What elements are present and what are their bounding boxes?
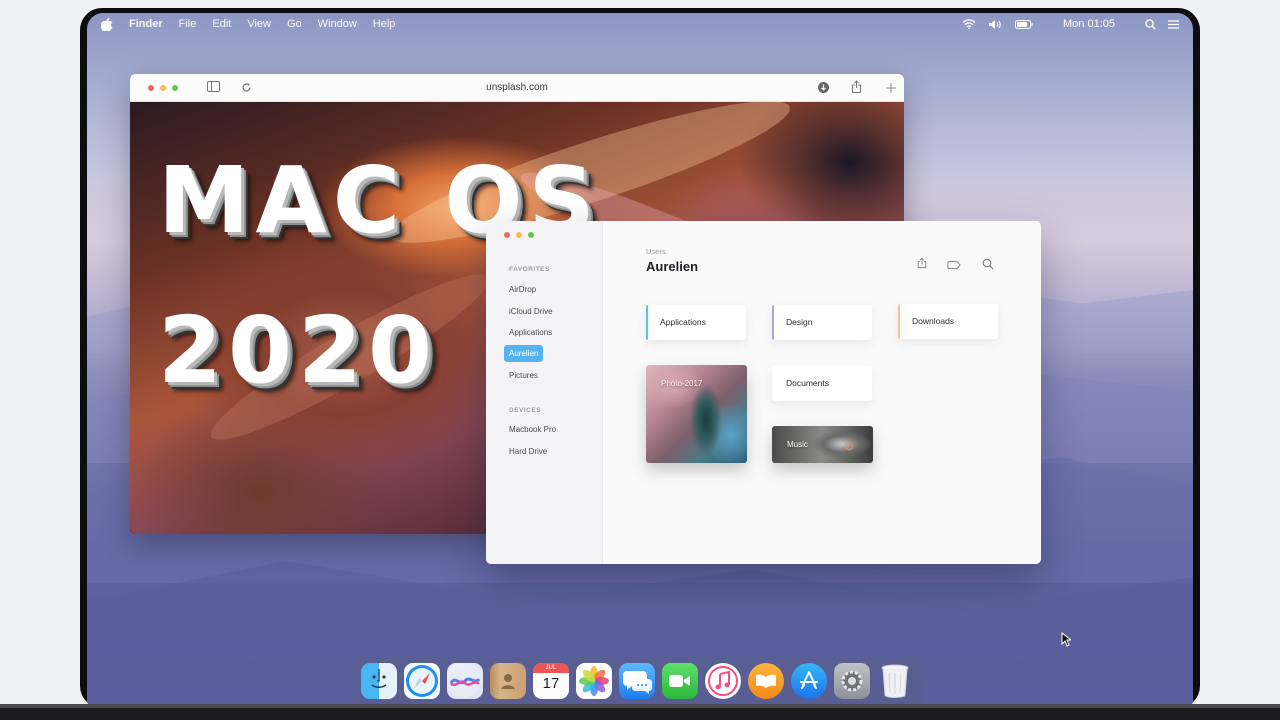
sidebar-item-aurelien[interactable]: Aurelien <box>504 345 543 362</box>
progress-bar <box>0 704 1280 708</box>
contacts-icon[interactable] <box>490 663 526 699</box>
menu-help[interactable]: Help <box>373 18 396 30</box>
siri-icon[interactable] <box>447 663 483 699</box>
share-icon[interactable] <box>915 257 929 269</box>
safari-toolbar: unsplash.com <box>130 74 904 102</box>
folder-music[interactable]: Music <box>772 426 873 463</box>
menu-app-name[interactable]: Finder <box>129 18 163 30</box>
overlay-title-line2: 2020 <box>158 297 439 404</box>
calendar-month: JUL <box>533 663 569 673</box>
app-store-icon[interactable] <box>791 663 827 699</box>
folder-label: Documents <box>786 378 829 388</box>
sidebar-item-hard-drive[interactable]: Hard Drive <box>504 443 547 460</box>
finder-sidebar: FAVORITES AirDrop iCloud Drive Applicati… <box>486 221 603 564</box>
folder-accent <box>646 305 648 340</box>
window-controls <box>504 232 534 238</box>
volume-icon[interactable] <box>988 19 1003 30</box>
wifi-icon[interactable] <box>962 19 976 29</box>
menu-window[interactable]: Window <box>318 18 357 30</box>
folder-label: Downloads <box>912 316 955 326</box>
sidebar-item-pictures[interactable]: Pictures <box>504 367 544 384</box>
sidebar-item-icloud-drive[interactable]: iCloud Drive <box>504 303 553 320</box>
video-bottom-strip <box>0 704 1280 720</box>
itunes-icon[interactable] <box>705 663 741 699</box>
minimize-button[interactable] <box>516 232 522 238</box>
calendar-icon[interactable]: JUL 17 <box>533 663 569 699</box>
folder-label: Music <box>787 440 808 449</box>
sidebar-item-macbook-pro[interactable]: Macbook Pro <box>504 421 556 438</box>
battery-icon[interactable] <box>1015 19 1033 29</box>
zoom-button[interactable] <box>528 232 534 238</box>
close-button[interactable] <box>504 232 510 238</box>
sidebar-heading-devices: DEVICES <box>509 407 542 414</box>
search-icon[interactable] <box>981 258 995 270</box>
folder-label: Applications <box>660 317 706 327</box>
finder-icon[interactable] <box>361 663 397 699</box>
menu-clock[interactable]: Mon 01:05 <box>1063 18 1115 30</box>
calendar-day: 17 <box>542 675 560 692</box>
menu-list-icon[interactable] <box>1168 19 1179 29</box>
menu-edit[interactable]: Edit <box>212 18 231 30</box>
dock: JUL 17 <box>354 657 925 705</box>
folder-accent <box>772 305 774 340</box>
sidebar-item-applications[interactable]: Applications <box>504 324 552 341</box>
folder-photo-2017[interactable]: Photo-2017 <box>646 365 747 463</box>
menu-view[interactable]: View <box>247 18 271 30</box>
desktop: Finder File Edit View Go Window Help Mon… <box>87 13 1193 705</box>
folder-downloads[interactable]: Downloads <box>898 304 998 339</box>
music-thumbnail-detail <box>845 442 853 450</box>
finder-window: FAVORITES AirDrop iCloud Drive Applicati… <box>486 221 1041 564</box>
folder-accent <box>898 304 900 339</box>
folder-design[interactable]: Design <box>772 305 872 340</box>
mouse-cursor-icon <box>1061 632 1071 647</box>
trash-icon[interactable] <box>877 663 913 699</box>
download-icon[interactable] <box>818 82 829 93</box>
apple-icon[interactable] <box>101 17 113 31</box>
search-icon[interactable] <box>1145 18 1156 30</box>
folder-documents[interactable]: Documents <box>772 366 872 401</box>
menu-file[interactable]: File <box>179 18 197 30</box>
folder-label: Design <box>786 317 813 327</box>
tag-icon[interactable] <box>947 259 961 271</box>
facetime-icon[interactable] <box>662 663 698 699</box>
ibooks-icon[interactable] <box>748 663 784 699</box>
folder-label: Photo-2017 <box>661 379 703 388</box>
menu-bar: Finder File Edit View Go Window Help Mon… <box>87 13 1193 35</box>
share-icon[interactable] <box>851 80 862 93</box>
folder-applications[interactable]: Applications <box>646 305 746 340</box>
url-field[interactable]: unsplash.com <box>130 82 904 93</box>
breadcrumb[interactable]: Users <box>646 247 666 256</box>
photos-icon[interactable] <box>576 663 612 699</box>
safari-icon[interactable] <box>404 663 440 699</box>
system-preferences-icon[interactable] <box>834 663 870 699</box>
new-tab-icon[interactable] <box>886 83 896 93</box>
messages-icon[interactable] <box>619 663 655 699</box>
sidebar-heading-favorites: FAVORITES <box>509 266 550 273</box>
menu-go[interactable]: Go <box>287 18 302 30</box>
page-title: Aurelien <box>646 259 699 274</box>
sidebar-item-airdrop[interactable]: AirDrop <box>504 281 544 298</box>
